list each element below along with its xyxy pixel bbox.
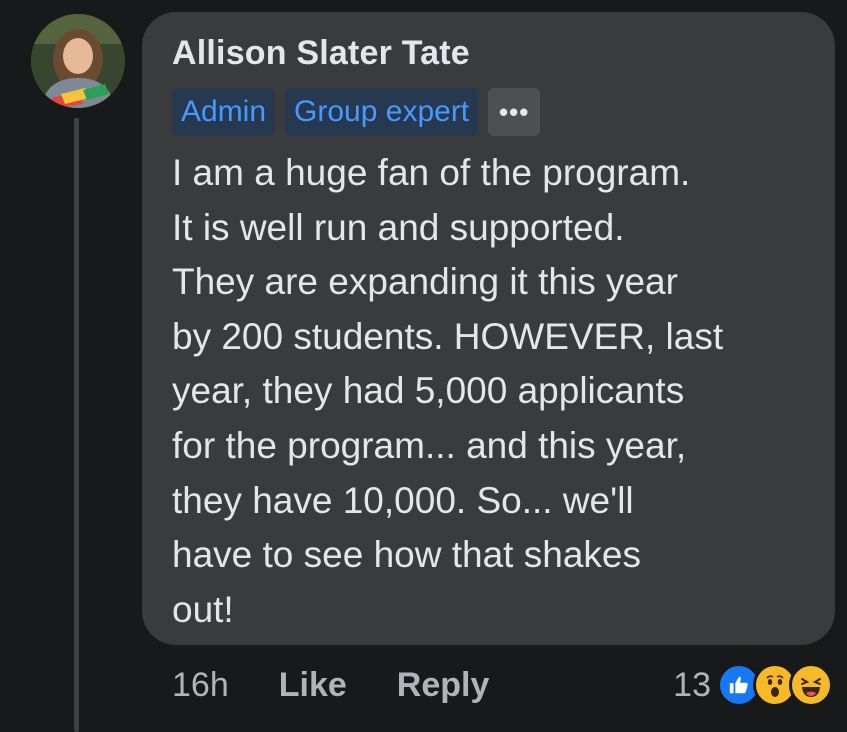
comment-text-line: It is well run and supported. (172, 206, 625, 248)
haha-reaction-icon (789, 663, 833, 707)
reaction-count: 13 (673, 665, 711, 704)
comment-text-line: out! (172, 588, 234, 630)
more-options-icon: ••• (498, 96, 530, 127)
reactions-summary[interactable]: 13 (673, 662, 833, 708)
comment-text-line: I am a huge fan of the program. (172, 152, 691, 193)
comment-text-line: have to see how that shakes (172, 534, 641, 576)
avatar-photo (31, 14, 125, 108)
more-options-button[interactable]: ••• (488, 88, 541, 136)
avatar[interactable] (31, 14, 125, 108)
comment-text-line: for the program... and this year, (172, 424, 687, 466)
admin-badge[interactable]: Admin (172, 88, 276, 136)
like-button[interactable]: Like (279, 666, 347, 705)
timestamp-link[interactable]: 16h (172, 666, 229, 705)
comment-text-line: year, they had 5,000 applicants (172, 370, 685, 412)
thread-line (74, 118, 79, 732)
comment-actions: 16h Like Reply (172, 662, 489, 708)
comment-text-line: They are expanding it this year (172, 261, 678, 303)
comment-text-line: they have 10,000. So... we'll (172, 479, 634, 521)
author-name[interactable]: Allison Slater Tate (172, 34, 470, 73)
group-expert-badge[interactable]: Group expert (285, 88, 479, 136)
comment-text-line: by 200 students. HOWEVER, last (172, 315, 724, 357)
badge-row: Admin Group expert ••• (172, 88, 541, 136)
comment-bubble: Allison Slater Tate Admin Group expert •… (142, 12, 835, 645)
comment-text: I am a huge fan of the program. It is we… (172, 146, 822, 637)
reply-button[interactable]: Reply (397, 666, 490, 705)
